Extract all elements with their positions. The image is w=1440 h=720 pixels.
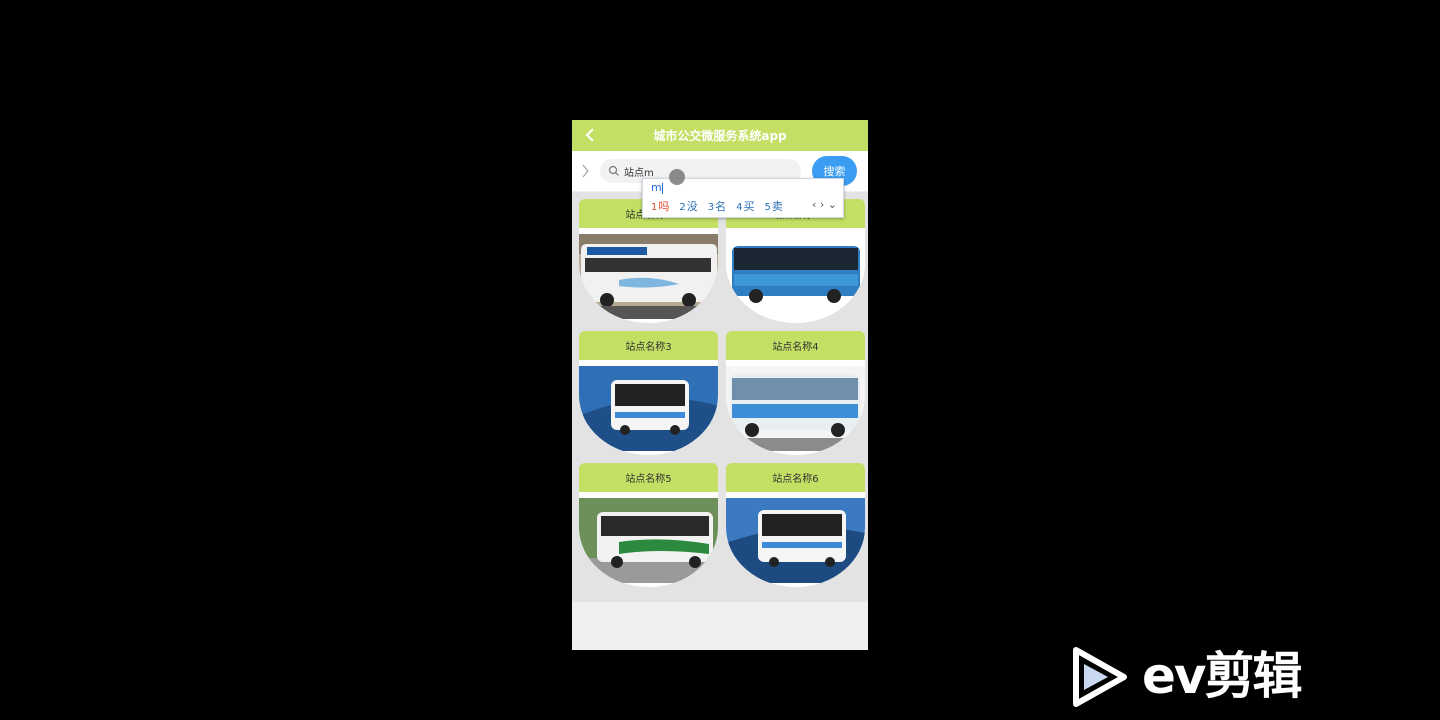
bus-photo-icon xyxy=(579,498,718,583)
station-card[interactable]: 站点名称5 xyxy=(579,463,718,587)
watermark-text: ev剪辑 xyxy=(1142,647,1303,705)
bus-image xyxy=(726,360,865,455)
bus-image xyxy=(726,492,865,587)
bus-image xyxy=(579,228,718,323)
ime-candidate[interactable]: 5卖 xyxy=(765,198,783,214)
bus-photo-icon xyxy=(726,366,865,451)
bus-image xyxy=(726,228,865,323)
bus-photo-icon xyxy=(579,366,718,451)
ime-candidate[interactable]: 4买 xyxy=(736,198,754,214)
search-icon xyxy=(608,165,619,176)
title-bar: 城市公交微服务系统app xyxy=(572,120,868,151)
page-title: 城市公交微服务系统app xyxy=(653,129,787,143)
station-name: 站点名称6 xyxy=(726,463,865,492)
ime-composition: m xyxy=(651,181,663,194)
bus-photo-icon xyxy=(726,498,865,583)
bus-photo-icon xyxy=(579,234,718,319)
station-name: 站点名称4 xyxy=(726,331,865,360)
text-caret xyxy=(661,182,663,194)
station-grid: 站点名称1 站点名称2 xyxy=(572,192,868,602)
chevron-right-icon[interactable] xyxy=(582,164,590,178)
back-arrow-icon[interactable] xyxy=(582,126,600,144)
station-name: 站点名称3 xyxy=(579,331,718,360)
bus-photo-icon xyxy=(726,234,865,319)
ime-candidate[interactable]: 2没 xyxy=(679,198,697,214)
bus-image xyxy=(579,492,718,587)
bus-image xyxy=(579,360,718,455)
station-card[interactable]: 站点名称6 xyxy=(726,463,865,587)
play-logo-icon xyxy=(1073,647,1127,707)
ime-candidate[interactable]: 3名 xyxy=(708,198,726,214)
station-card[interactable]: 站点名称3 xyxy=(579,331,718,455)
station-card[interactable]: 站点名称4 xyxy=(726,331,865,455)
ime-candidate[interactable]: 1吗 xyxy=(651,198,669,214)
ime-candidate-list: 1吗 2没 3名 4买 5卖 xyxy=(651,198,783,214)
ev-watermark: ev剪辑 xyxy=(1070,646,1330,708)
ime-page-nav[interactable]: ‹ › ⌄ xyxy=(812,198,837,211)
station-name: 站点名称5 xyxy=(579,463,718,492)
mouse-cursor-icon xyxy=(669,169,685,185)
search-input[interactable] xyxy=(624,165,774,177)
